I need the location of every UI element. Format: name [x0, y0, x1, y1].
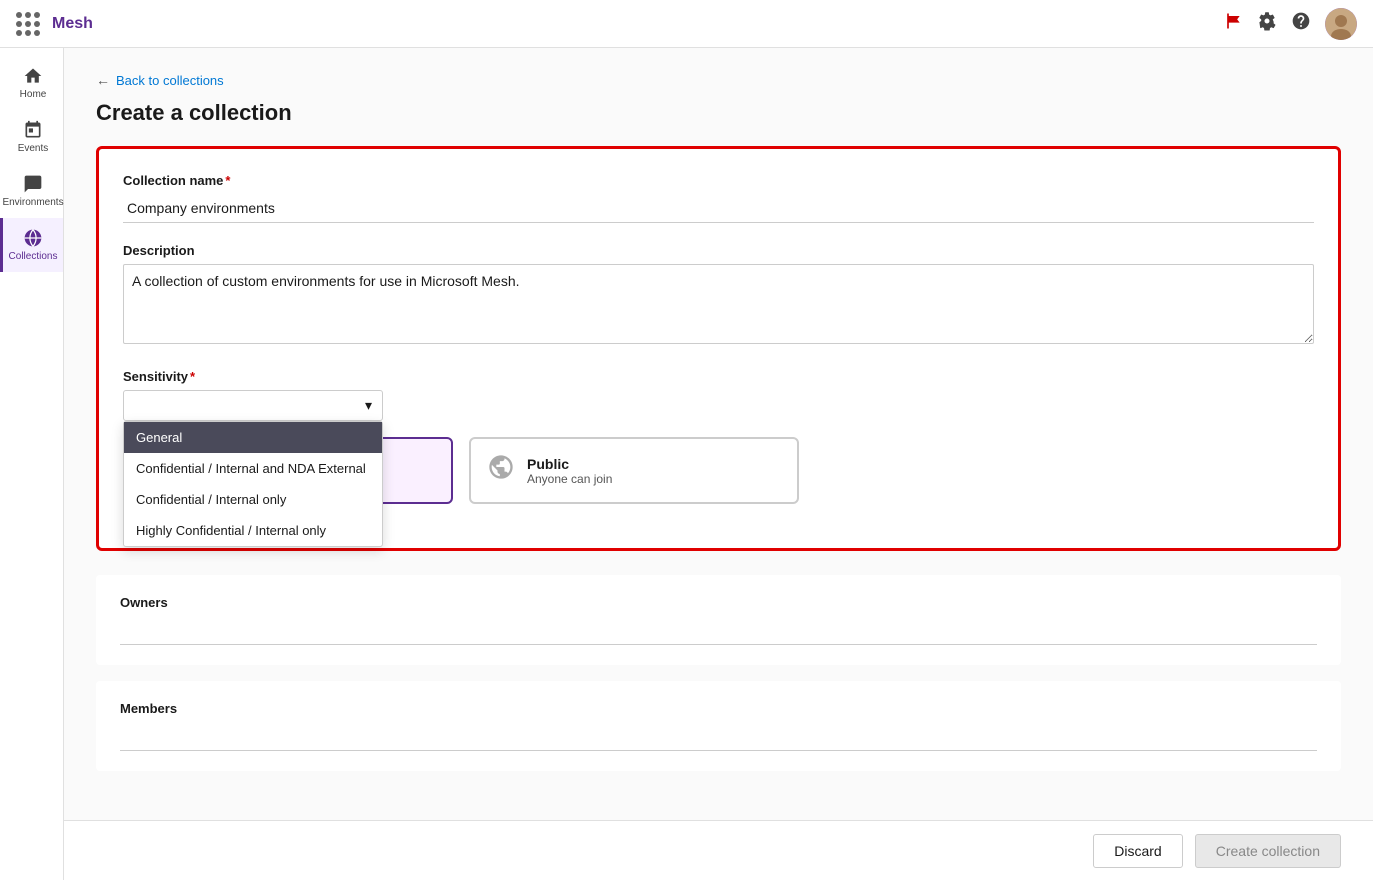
breadcrumb[interactable]: ← Back to collections [96, 72, 1341, 88]
create-collection-form: Collection name* Description A collectio… [96, 146, 1341, 551]
sidebar-item-events[interactable]: Events [0, 110, 63, 164]
sensitivity-dropdown-menu: General Confidential / Internal and NDA … [123, 421, 383, 547]
description-label: Description [123, 243, 1314, 258]
owners-section: Owners [96, 575, 1341, 665]
sensitivity-dropdown[interactable]: ▾ General Confidential / Internal and ND… [123, 390, 383, 421]
sensitivity-field: Sensitivity* ▾ General Confidential / In… [123, 369, 1314, 504]
sidebar-item-environments[interactable]: Environments [0, 164, 63, 218]
settings-icon[interactable] [1257, 11, 1277, 36]
sidebar-item-collections[interactable]: Collections [0, 218, 63, 272]
privacy-option-public[interactable]: Public Anyone can join [469, 437, 799, 504]
back-arrow-icon: ← [96, 72, 110, 88]
sensitivity-option-highly-confidential[interactable]: Highly Confidential / Internal only [124, 515, 382, 546]
members-label: Members [120, 701, 1317, 716]
topbar: Mesh [0, 0, 1373, 48]
sidebar: Home Events Environments Collections [0, 0, 64, 880]
members-input[interactable] [120, 722, 1317, 751]
sensitivity-label: Sensitivity* [123, 369, 1314, 384]
flag-icon[interactable] [1223, 11, 1243, 36]
app-grid-icon[interactable] [16, 12, 40, 36]
collection-name-label: Collection name* [123, 173, 1314, 188]
description-field: Description A collection of custom envir… [123, 243, 1314, 349]
sensitivity-option-general[interactable]: General [124, 422, 382, 453]
discard-button[interactable]: Discard [1093, 834, 1182, 868]
sensitivity-option-confidential-internal[interactable]: Confidential / Internal only [124, 484, 382, 515]
user-avatar[interactable] [1325, 8, 1357, 40]
sidebar-item-home[interactable]: Home [0, 56, 63, 110]
owners-input[interactable] [120, 616, 1317, 645]
sensitivity-option-confidential-nda[interactable]: Confidential / Internal and NDA External [124, 453, 382, 484]
sensitivity-dropdown-trigger[interactable]: ▾ [123, 390, 383, 421]
page-title: Create a collection [96, 100, 1341, 126]
footer-bar: Discard Create collection [64, 820, 1373, 880]
app-title: Mesh [52, 15, 93, 33]
description-input[interactable]: A collection of custom environments for … [123, 264, 1314, 344]
create-collection-button[interactable]: Create collection [1195, 834, 1341, 868]
chevron-down-icon: ▾ [365, 397, 372, 414]
breadcrumb-link[interactable]: Back to collections [116, 73, 224, 88]
help-icon[interactable] [1291, 11, 1311, 36]
collection-name-input[interactable] [123, 194, 1314, 223]
public-option-title: Public [527, 456, 612, 472]
collection-name-field: Collection name* [123, 173, 1314, 223]
members-section: Members [96, 681, 1341, 771]
globe-icon [487, 453, 515, 488]
public-option-desc: Anyone can join [527, 472, 612, 486]
owners-label: Owners [120, 595, 1317, 610]
topbar-icons [1223, 8, 1357, 40]
